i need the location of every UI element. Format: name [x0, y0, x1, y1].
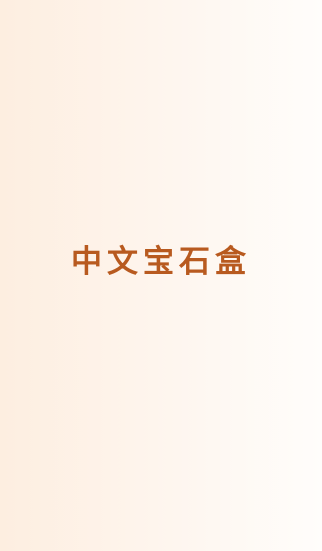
- splash-screen: 中文宝石盒: [0, 0, 322, 551]
- app-title: 中文宝石盒: [71, 244, 251, 280]
